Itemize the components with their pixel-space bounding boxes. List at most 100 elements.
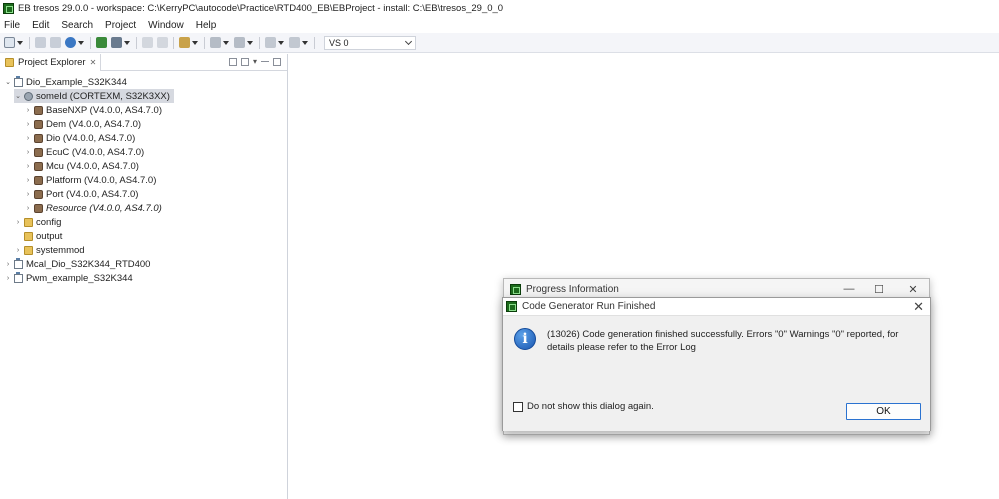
tree-item[interactable]: › systemmod: [0, 243, 85, 257]
tree-item-label: Mcu (V4.0.0, AS4.7.0): [46, 160, 139, 172]
checkbox-box[interactable]: [513, 401, 523, 412]
project-icon: [14, 75, 23, 87]
do-not-show-checkbox[interactable]: Do not show this dialog again.: [513, 401, 654, 412]
progress-dialog-title: Progress Information: [526, 283, 619, 295]
view-dropdown-icon[interactable]: [302, 40, 308, 45]
tree-item[interactable]: › Dio (V4.0.0, AS4.7.0): [0, 131, 135, 145]
tree-item-label: BaseNXP (V4.0.0, AS4.7.0): [46, 104, 163, 116]
variant-combo-value: VS 0: [329, 37, 349, 48]
globe-dropdown-icon[interactable]: [78, 40, 84, 45]
chevron-right-icon[interactable]: ›: [24, 191, 32, 198]
collapse-all-icon[interactable]: [228, 57, 237, 66]
minimize-icon[interactable]: —: [842, 282, 856, 296]
chevron-down-icon[interactable]: ⌄: [14, 92, 22, 100]
back-icon[interactable]: [210, 37, 221, 48]
ok-button[interactable]: OK: [846, 403, 921, 420]
chevron-right-icon[interactable]: ›: [14, 219, 22, 226]
generate-code-icon[interactable]: [96, 37, 107, 48]
info-icon: i: [514, 328, 536, 350]
project-explorer-title: Project Explorer: [18, 56, 86, 68]
chevron-right-icon[interactable]: ›: [24, 107, 32, 114]
chevron-right-icon[interactable]: ›: [24, 135, 32, 142]
pin-icon[interactable]: [179, 37, 190, 48]
menu-help[interactable]: Help: [196, 20, 217, 31]
tree-item-label: Platform (V4.0.0, AS4.7.0): [46, 174, 157, 186]
view-icon[interactable]: [289, 37, 300, 48]
link-editor-icon[interactable]: [240, 57, 249, 66]
maximize-icon[interactable]: [273, 57, 281, 66]
tree-item-label: Resource (V4.0.0, AS4.7.0): [46, 202, 162, 214]
layout-icon[interactable]: [265, 37, 276, 48]
chevron-right-icon[interactable]: ›: [24, 177, 32, 184]
variant-combo[interactable]: VS 0: [324, 35, 416, 50]
tree-item[interactable]: › Dem (V4.0.0, AS4.7.0): [0, 117, 141, 131]
module-icon: [34, 119, 43, 129]
tree-item[interactable]: › EcuC (V4.0.0, AS4.7.0): [0, 145, 144, 159]
tree-item-label: Dio_Example_S32K344: [26, 76, 127, 88]
forward-dropdown-icon[interactable]: [247, 40, 253, 45]
tree-item-label: output: [36, 230, 63, 242]
tree-item[interactable]: › Port (V4.0.0, AS4.7.0): [0, 187, 139, 201]
main-toolbar: VS 0: [0, 33, 999, 53]
menu-window[interactable]: Window: [148, 20, 184, 31]
menu-edit[interactable]: Edit: [32, 20, 49, 31]
config-icon: [24, 91, 33, 101]
window-title-bar: EB tresos 29.0.0 - workspace: C:\KerryPC…: [0, 0, 999, 17]
chevron-right-icon[interactable]: ›: [24, 163, 32, 170]
tree-item[interactable]: ⌄ Dio_Example_S32K344: [0, 75, 127, 89]
maximize-icon[interactable]: ☐: [872, 282, 886, 296]
chevron-right-icon[interactable]: ›: [4, 261, 12, 268]
tree-item-label: Dio (V4.0.0, AS4.7.0): [46, 132, 136, 144]
pin-dropdown-icon[interactable]: [192, 40, 198, 45]
close-icon[interactable]: ✕: [90, 58, 97, 67]
toolbar-separator: [173, 36, 174, 49]
save-icon[interactable]: [35, 37, 46, 48]
toolbar-separator: [136, 36, 137, 49]
tree-item[interactable]: › BaseNXP (V4.0.0, AS4.7.0): [0, 103, 162, 117]
menu-file[interactable]: File: [4, 20, 20, 31]
chevron-right-icon[interactable]: ›: [24, 149, 32, 156]
toolbar-separator: [204, 36, 205, 49]
chevron-down-icon[interactable]: ⌄: [4, 78, 12, 86]
progress-dialog-title-bar: Progress Information — ☐ ✕: [504, 279, 929, 299]
tree-item[interactable]: › config: [0, 215, 62, 229]
tree-item[interactable]: output: [0, 229, 62, 243]
codegen-message: (13026) Code generation finished success…: [547, 329, 899, 353]
module-icon: [34, 189, 43, 199]
codegen-dialog-title: Code Generator Run Finished: [522, 301, 656, 312]
chevron-right-icon[interactable]: ›: [4, 275, 12, 282]
minimize-icon[interactable]: [261, 60, 269, 63]
tree-item-label: config: [36, 216, 62, 228]
tree-item[interactable]: › Resource (V4.0.0, AS4.7.0): [0, 201, 162, 215]
run-tool-dropdown-icon[interactable]: [124, 40, 130, 45]
globe-icon[interactable]: [65, 37, 76, 48]
close-icon[interactable]: ✕: [913, 299, 924, 315]
explorer-toolbar: ▾: [228, 57, 281, 66]
tree-item-label: Dem (V4.0.0, AS4.7.0): [46, 118, 142, 130]
new-file-icon[interactable]: [4, 37, 15, 48]
tree-item[interactable]: › Pwm_example_S32K344: [0, 271, 133, 285]
layout-dropdown-icon[interactable]: [278, 40, 284, 45]
eb-tresos-icon: [510, 283, 521, 295]
back-dropdown-icon[interactable]: [223, 40, 229, 45]
tree-item-label: EcuC (V4.0.0, AS4.7.0): [46, 146, 145, 158]
menu-search[interactable]: Search: [61, 20, 93, 31]
tree-item[interactable]: › Mcu (V4.0.0, AS4.7.0): [0, 159, 139, 173]
tree-item[interactable]: › Mcal_Dio_S32K344_RTD400: [0, 257, 150, 271]
eb-tresos-icon: [506, 301, 517, 312]
chevron-right-icon[interactable]: ›: [24, 205, 32, 212]
new-dropdown-icon[interactable]: [17, 40, 23, 45]
tab-project-explorer[interactable]: Project Explorer ✕: [0, 53, 102, 71]
save-all-icon[interactable]: [50, 37, 61, 48]
redo-icon[interactable]: [157, 37, 168, 48]
menu-project[interactable]: Project: [105, 20, 136, 31]
chevron-right-icon[interactable]: ›: [14, 247, 22, 254]
forward-icon[interactable]: [234, 37, 245, 48]
tree-item[interactable]: › Platform (V4.0.0, AS4.7.0): [0, 173, 157, 187]
undo-icon[interactable]: [142, 37, 153, 48]
chevron-right-icon[interactable]: ›: [24, 121, 32, 128]
view-menu-icon[interactable]: ▾: [253, 57, 257, 66]
run-tool-icon[interactable]: [111, 37, 122, 48]
tree-item[interactable]: ⌄ someId (CORTEXM, S32K3XX): [14, 89, 174, 103]
close-icon[interactable]: ✕: [906, 282, 920, 296]
